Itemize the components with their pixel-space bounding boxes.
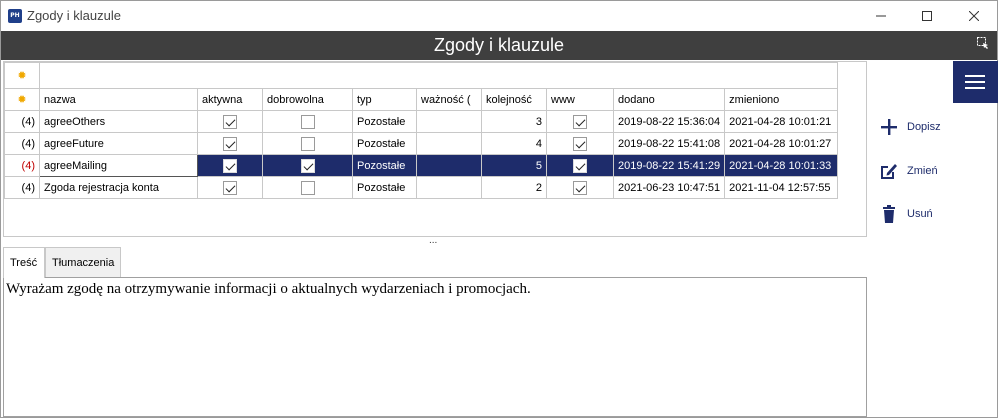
row-marker: (4) (4, 154, 40, 177)
cell-waznosc[interactable] (416, 154, 482, 177)
checkbox[interactable] (300, 180, 315, 195)
checkbox[interactable] (223, 158, 237, 173)
column-header[interactable]: ważność ( (416, 88, 482, 111)
cell-kolejnosc[interactable]: 5 (481, 154, 547, 177)
header-star-icon: ✹ (4, 88, 40, 111)
column-header[interactable]: aktywna (197, 88, 263, 111)
trash-icon (883, 205, 895, 223)
consents-grid: ✹ ✹ nazwa aktywna dobrowolna typ ważność… (3, 61, 867, 237)
cell-dobrowolna[interactable] (262, 110, 353, 133)
cell-waznosc[interactable] (416, 110, 482, 133)
app-logo-icon: PH (8, 9, 22, 23)
cell-kolejnosc[interactable]: 2 (481, 176, 547, 199)
cell-dobrowolna[interactable] (262, 132, 353, 155)
edit-icon (881, 164, 897, 179)
cell-nazwa[interactable]: Zgoda rejestracja konta (39, 176, 198, 199)
checkbox[interactable] (223, 114, 237, 129)
cell-nazwa[interactable]: agreeMailing (39, 154, 198, 177)
checkbox[interactable] (573, 158, 587, 173)
app-window: PH Zgody i klauzule Zgody i klauzule ✹ ✹… (0, 0, 998, 418)
close-button[interactable] (951, 1, 997, 31)
checkbox[interactable] (573, 180, 587, 195)
page-title: Zgody i klauzule (433, 35, 565, 55)
tab-tresc[interactable]: Treść (3, 247, 45, 278)
column-header[interactable]: www (546, 88, 614, 111)
cell-dodano[interactable]: 2019-08-22 15:41:29 (612, 154, 726, 177)
hamburger-menu-button[interactable] (953, 61, 998, 103)
table-row[interactable]: (4) agreeFuture Pozostałe 4 2019-08-22 1… (4, 132, 839, 155)
checkbox[interactable] (300, 136, 315, 151)
table-row[interactable]: (4) Zgoda rejestracja konta Pozostałe 2 … (4, 176, 839, 199)
cell-www[interactable] (546, 154, 614, 177)
content-text-area[interactable]: Wyrażam zgodę na otrzymywanie informacji… (3, 277, 867, 417)
title-bar: PH Zgody i klauzule (1, 1, 997, 31)
maximize-button[interactable] (904, 1, 950, 31)
cell-zmieniono[interactable]: 2021-04-28 10:01:21 (724, 110, 839, 133)
checkbox[interactable] (223, 136, 237, 151)
new-row-cell[interactable] (38, 62, 839, 89)
new-row-star-icon: ✹ (4, 62, 40, 89)
add-button-label: Dopisz (907, 121, 941, 133)
cell-dobrowolna[interactable] (262, 154, 353, 177)
minimize-icon (876, 15, 886, 17)
row-marker: (4) (4, 132, 40, 155)
cell-kolejnosc[interactable]: 4 (481, 132, 547, 155)
maximize-icon (922, 11, 932, 21)
cell-typ[interactable]: Pozostałe (352, 132, 417, 155)
column-header[interactable]: dobrowolna (262, 88, 353, 111)
cell-waznosc[interactable] (416, 132, 482, 155)
checkbox[interactable] (573, 114, 587, 129)
column-header[interactable]: nazwa (39, 88, 198, 111)
cell-dodano[interactable]: 2019-08-22 15:41:08 (612, 132, 726, 155)
cell-aktywna[interactable] (197, 110, 263, 133)
checkbox[interactable] (300, 114, 315, 129)
cell-aktywna[interactable] (197, 154, 263, 177)
close-icon (968, 10, 980, 22)
cell-zmieniono[interactable]: 2021-04-28 10:01:33 (724, 154, 839, 177)
cell-typ[interactable]: Pozostałe (352, 176, 417, 199)
minimize-button[interactable] (858, 1, 904, 31)
tab-tlumaczenia[interactable]: Tłumaczenia (45, 247, 121, 277)
cell-waznosc[interactable] (416, 176, 482, 199)
cell-nazwa[interactable]: agreeFuture (39, 132, 198, 155)
menu-icon (965, 75, 985, 77)
checkbox[interactable] (573, 136, 587, 151)
header-bar: Zgody i klauzule (1, 31, 997, 60)
cell-typ[interactable]: Pozostałe (352, 110, 417, 133)
cell-nazwa[interactable]: agreeOthers (39, 110, 198, 133)
cell-aktywna[interactable] (197, 132, 263, 155)
consents-table: ✹ ✹ nazwa aktywna dobrowolna typ ważność… (4, 62, 839, 199)
edit-button-label: Zmień (907, 165, 938, 177)
cell-dodano[interactable]: 2019-08-22 15:36:04 (612, 110, 726, 133)
content-text: Wyrażam zgodę na otrzymywanie informacji… (6, 281, 531, 297)
table-row-selected[interactable]: (4) agreeMailing Pozostałe 5 2019-08-22 … (4, 154, 839, 177)
cell-dobrowolna[interactable] (262, 176, 353, 199)
cell-typ[interactable]: Pozostałe (352, 154, 417, 177)
cell-www[interactable] (546, 110, 614, 133)
cell-www[interactable] (546, 132, 614, 155)
column-header[interactable]: dodano (612, 88, 726, 111)
cell-aktywna[interactable] (197, 176, 263, 199)
splitter-handle[interactable]: ... (429, 235, 437, 246)
window-title: Zgody i klauzule (27, 8, 121, 23)
header-row: ✹ nazwa aktywna dobrowolna typ ważność (… (4, 88, 839, 111)
cell-www[interactable] (546, 176, 614, 199)
delete-button-label: Usuń (907, 208, 933, 220)
column-header[interactable]: typ (352, 88, 417, 111)
row-marker: (4) (4, 176, 40, 199)
row-marker: (4) (4, 110, 40, 133)
cell-zmieniono[interactable]: 2021-11-04 12:57:55 (724, 176, 839, 199)
table-row[interactable]: (4) agreeOthers Pozostałe 3 2019-08-22 1… (4, 110, 839, 133)
cell-zmieniono[interactable]: 2021-04-28 10:01:27 (724, 132, 839, 155)
plus-icon (881, 119, 897, 135)
checkbox[interactable] (300, 158, 315, 173)
new-row[interactable]: ✹ (4, 62, 839, 89)
column-header[interactable]: zmieniono (724, 88, 839, 111)
selection-icon[interactable] (977, 37, 989, 49)
checkbox[interactable] (223, 180, 237, 195)
column-header[interactable]: kolejność (481, 88, 547, 111)
cell-dodano[interactable]: 2021-06-23 10:47:51 (612, 176, 726, 199)
cell-kolejnosc[interactable]: 3 (481, 110, 547, 133)
